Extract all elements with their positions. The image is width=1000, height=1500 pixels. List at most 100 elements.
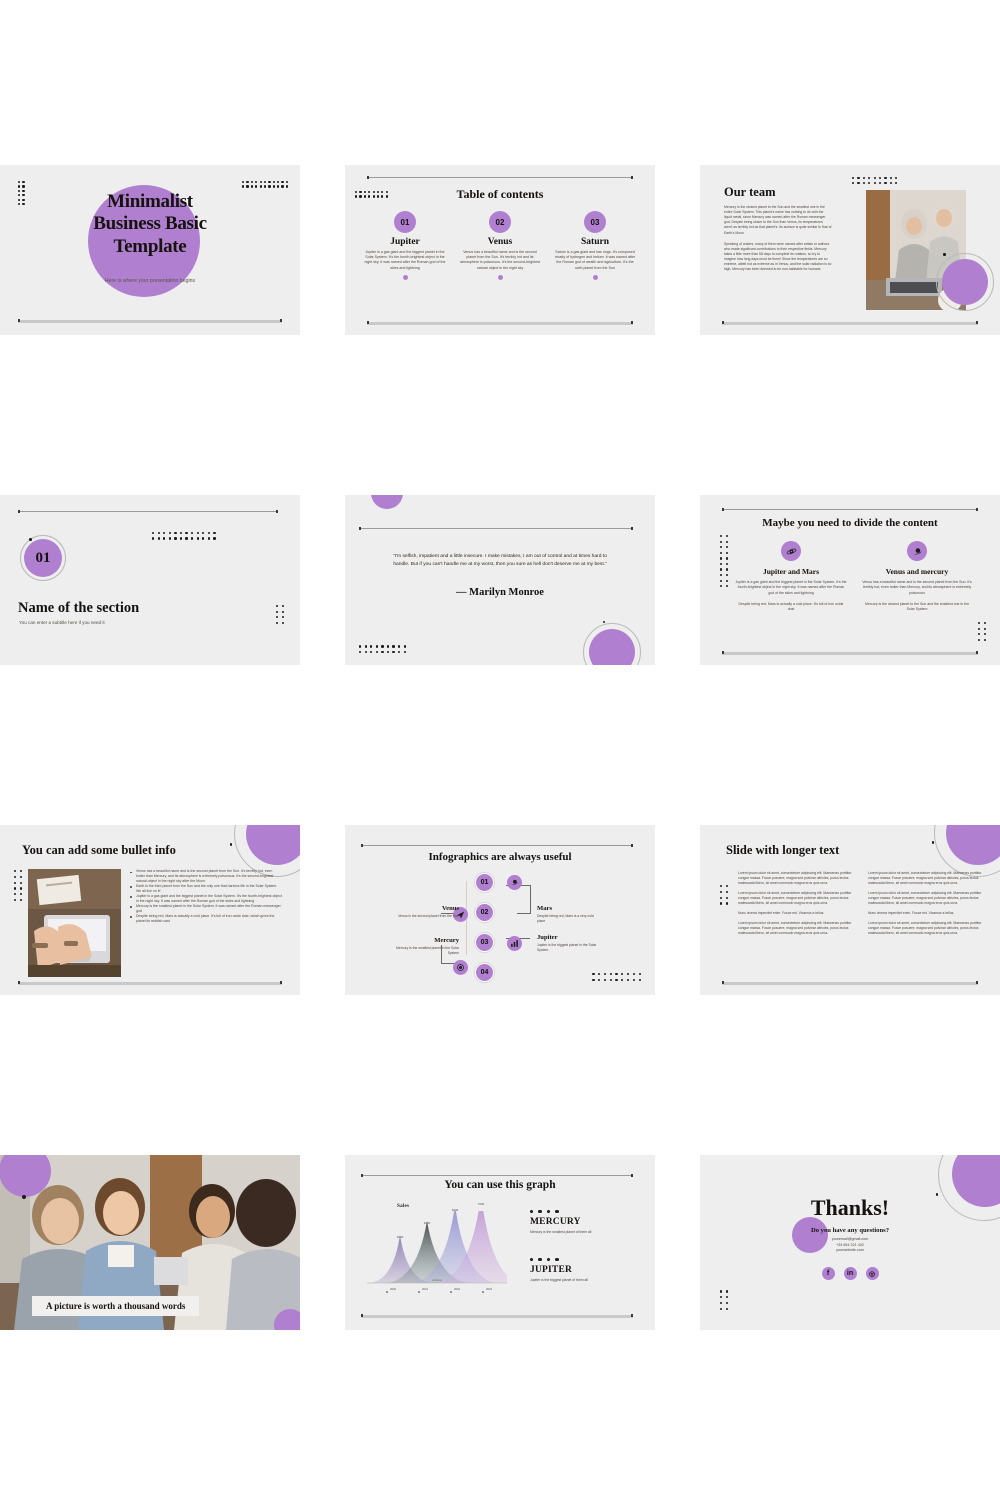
page-title: You can add some bullet info [22, 843, 176, 857]
slide-quote[interactable]: “I'm selfish, impatient and a little ins… [345, 495, 655, 665]
infographic-right-body-1: Despite being red, Mars is a very cold p… [537, 914, 594, 923]
divide-heading: Jupiter and Mars [762, 567, 820, 576]
slide-divide-content[interactable]: Maybe you need to divide the content Jup… [700, 495, 1000, 665]
bullets-photo [28, 869, 121, 977]
infographic-left-body-2: Mercury is the smallest planet in the So… [396, 946, 459, 955]
instagram-icon[interactable]: ◎ [865, 1267, 879, 1280]
decor-dot-row [530, 1258, 592, 1262]
list-item: Mercury is the smallest planet in the So… [130, 904, 282, 914]
page-title: Maybe you need to divide the content [762, 517, 938, 529]
decor-dot-row [530, 1210, 592, 1214]
divide-paragraph-2: Mercury is the closest planet to the Sun… [864, 601, 970, 611]
slide-our-team[interactable]: Our team Mercury is the closest planet t… [700, 165, 1000, 335]
decor-dot-grid [359, 645, 406, 653]
graph-key-jupiter[interactable]: JUPITER Jupiter is the biggest planet of… [530, 1258, 592, 1283]
paragraph: Lorem ipsum dolor sit amet, consectetuer… [738, 921, 852, 936]
paragraph: Lorem ipsum dolor sit amet, consectetuer… [868, 891, 982, 906]
longer-text-column-left: Lorem ipsum dolor sit amet, consectetuer… [738, 871, 856, 936]
decor-rule-bottom [722, 651, 978, 655]
paragraph: Lorem ipsum dolor sit amet, consectetuer… [738, 871, 852, 886]
graph-key-body: Jupiter is the biggest planet of them al… [530, 1278, 588, 1283]
slide-longer-text[interactable]: Slide with longer text Lorem ipsum dolor… [700, 825, 1000, 995]
quote-author: — Marilyn Monroe [456, 587, 544, 598]
sales-chart[interactable]: Sales 2000 4000 6000 7000 products 2020 [367, 1202, 507, 1293]
infographic-node-04[interactable]: 04 [475, 963, 494, 982]
paragraph: Lorem ipsum dolor sit amet, consectetuer… [868, 871, 982, 886]
chart-x-tick-4: 2023 [482, 1288, 492, 1293]
graph-key-heading: MERCURY [530, 1217, 581, 1228]
graph-key-body: Mercury is the smallest planet of them a… [530, 1230, 592, 1235]
toc-item-2[interactable]: 02 Venus Venus has a beautiful name and … [458, 211, 542, 280]
decor-dot-grid-right [977, 622, 986, 641]
page-title: Table of contents [456, 187, 544, 201]
toc-accent-dot [592, 274, 598, 280]
paragraph: Lorem ipsum dolor sit amet, consectetuer… [738, 891, 852, 906]
chart-title: Sales [397, 1203, 410, 1209]
node-number: 04 [480, 969, 489, 976]
slide-title[interactable]: Minimalist Business Basic Template Here … [0, 165, 300, 335]
slide-deck-grid: Minimalist Business Basic Template Here … [0, 0, 1000, 1500]
section-number-badge: 01 [24, 539, 62, 577]
slide-thanks[interactable]: Thanks! Do you have any questions? youre… [700, 1155, 1000, 1330]
target-icon [453, 960, 468, 975]
contact-website[interactable]: yourwebsite.com [700, 1248, 1000, 1254]
bar-chart-icon [507, 936, 522, 951]
decor-dot-grid [152, 532, 216, 540]
page-title: You can use this graph [444, 1179, 556, 1191]
chart-x-tick-1: 2020 [386, 1288, 396, 1293]
slide-section-divider[interactable]: 01 Name of the section You can enter a s… [0, 495, 300, 665]
quote-text: “I'm selfish, impatient and a little ins… [393, 554, 607, 567]
title-line-3: Template [113, 235, 187, 257]
list-item: Earth is the third planet from the Sun a… [130, 884, 282, 894]
thanks-question: Do you have any questions? [810, 1227, 890, 1234]
slide-bullet-info[interactable]: You can add some bullet info Venus has a [0, 825, 300, 995]
decor-rule-top [359, 527, 633, 530]
graph-key-mercury[interactable]: MERCURY Mercury is the smallest planet o… [530, 1210, 592, 1235]
infographic-left-body-1: Venus is the second planet from the Sun [398, 914, 459, 918]
infographic-right-heading-1: Mars [537, 905, 553, 912]
divide-column-1[interactable]: Jupiter and Mars Jupiter is a gas giant … [735, 541, 847, 612]
list-item: Despite being red, Mars is actually a co… [130, 914, 282, 924]
page-title: Name of the section [18, 600, 140, 616]
toc-item-1[interactable]: 01 Jupiter Jupiter is a gas giant and th… [363, 211, 447, 280]
decor-tiny-dot [602, 620, 605, 623]
decor-rule-top [361, 1174, 633, 1177]
infographic-node-03[interactable]: 03 [475, 933, 494, 952]
linkedin-icon[interactable]: in [843, 1267, 857, 1280]
toc-item-body: Venus has a beautiful name and is the se… [460, 250, 540, 270]
connector-line [517, 913, 531, 914]
divide-heading: Venus and mercury [885, 567, 949, 576]
divide-column-2[interactable]: Venus and mercury Venus has a beautiful … [861, 541, 973, 612]
bullets-photo-illustration [28, 869, 121, 977]
slide-picture[interactable]: A picture is worth a thousand words [0, 1155, 300, 1330]
chart-x-tick-3: 2022 [450, 1288, 460, 1293]
divide-paragraph-1: Venus has a beautiful name and is the se… [862, 580, 972, 595]
toc-item-3[interactable]: 03 Saturn Saturn is a gas giant and has … [553, 211, 637, 280]
divide-paragraph-1: Jupiter is a gas giant and the biggest p… [735, 580, 847, 595]
social-links: f in ◎ [700, 1267, 1000, 1280]
decor-circle-accent [371, 495, 403, 509]
list-item: Venus has a beautiful name and is the se… [130, 869, 282, 884]
decor-rule-top [18, 510, 278, 513]
decor-dot-grid-left [14, 870, 23, 902]
facebook-icon[interactable]: f [821, 1267, 835, 1280]
saturn-icon [507, 875, 522, 890]
title-line-2: Business Basic [93, 213, 207, 235]
chart-x-tick-2: 2021 [418, 1288, 428, 1293]
chart-value-label-2023: 7000 [477, 1202, 485, 1206]
slide-infographics[interactable]: Infographics are always useful 01 02 03 … [345, 825, 655, 995]
picture-caption: A picture is worth a thousand words [32, 1296, 200, 1316]
infographic-node-02[interactable]: 02 [475, 903, 494, 922]
toc-accent-dot [497, 274, 503, 280]
toc-number-badge: 01 [394, 211, 416, 233]
slide-graph[interactable]: You can use this graph Sales 2000 4000 6… [345, 1155, 655, 1330]
toc-number-badge: 03 [584, 211, 606, 233]
decor-rule-bottom [367, 321, 633, 325]
longer-text-columns: Lorem ipsum dolor sit amet, consectetuer… [738, 871, 986, 936]
connector-line [530, 885, 531, 913]
paragraph: Nunc viverra imperdiet enim. Fusce est. … [868, 911, 955, 916]
list-item: Jupiter is a gas giant and the biggest p… [130, 894, 282, 904]
slide-table-of-contents[interactable]: Table of contents 01 Jupiter Jupiter is … [345, 165, 655, 335]
thanks-contact: youremail@gmail.com +34 654 321 432 your… [700, 1237, 1000, 1254]
infographic-node-01[interactable]: 01 [475, 873, 494, 892]
